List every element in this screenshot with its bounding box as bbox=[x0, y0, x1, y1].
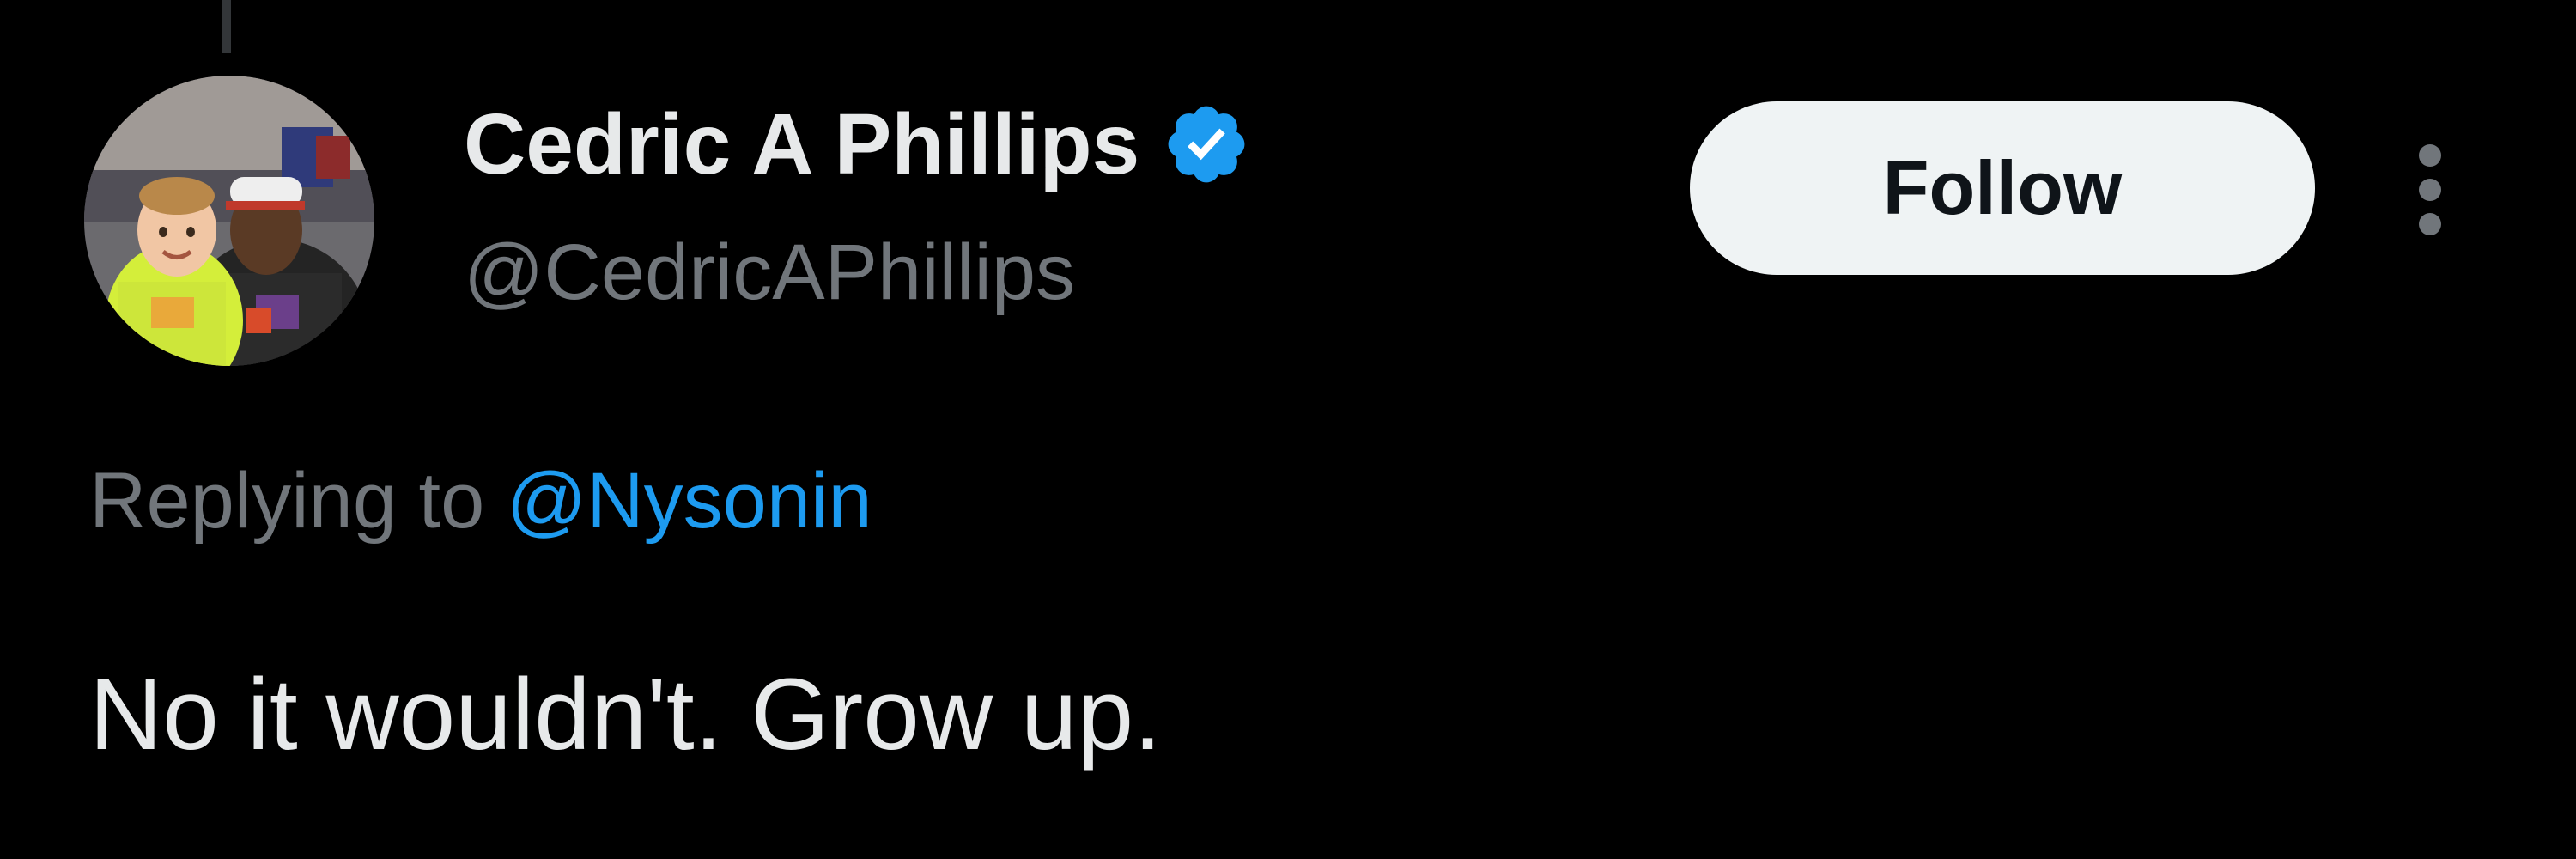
more-vertical-icon[interactable] bbox=[2396, 129, 2464, 249]
avatar[interactable] bbox=[84, 76, 374, 366]
tweet-text: No it wouldn't. Grow up. bbox=[89, 658, 1162, 771]
author-display-name[interactable]: Cedric A Phillips bbox=[464, 93, 1139, 196]
author-name-row[interactable]: Cedric A Phillips bbox=[464, 93, 1251, 196]
author-handle[interactable]: @CedricAPhillips bbox=[464, 225, 1075, 320]
more-dot bbox=[2419, 144, 2441, 167]
more-dot bbox=[2419, 213, 2441, 235]
more-dot bbox=[2419, 179, 2441, 201]
avatar-photo bbox=[84, 76, 374, 366]
replying-to-handle-link[interactable]: @Nysonin bbox=[507, 457, 872, 545]
replying-to-label: Replying to bbox=[89, 457, 507, 545]
replying-to-line: Replying to @Nysonin bbox=[89, 454, 872, 548]
follow-button[interactable]: Follow bbox=[1690, 101, 2315, 275]
thread-connector-line bbox=[222, 0, 231, 53]
verified-badge-icon[interactable] bbox=[1162, 100, 1251, 189]
